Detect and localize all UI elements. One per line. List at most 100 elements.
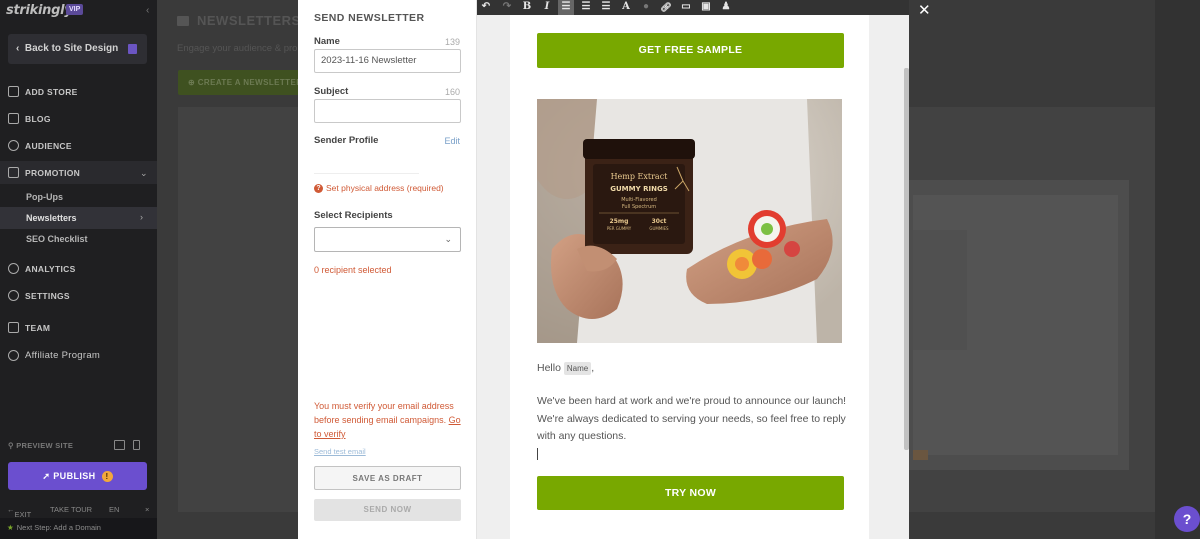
send-now-button[interactable]: SEND NOW [314, 499, 461, 521]
question-icon: ? [314, 183, 323, 193]
page-title: NEWSLETTERS [177, 13, 301, 28]
product-photo[interactable]: Hemp Extract GUMMY RINGS Multi-Flavored … [537, 99, 842, 343]
italic-icon[interactable]: I [539, 0, 555, 15]
nav-promotion[interactable]: PROMOTION [8, 167, 80, 178]
help-icon[interactable]: ? [1174, 506, 1200, 532]
create-newsletter-label: CREATE A NEWSLETTER [197, 78, 303, 87]
nav-add-store[interactable]: ADD STORE [8, 86, 78, 97]
try-now-button[interactable]: TRY NOW [537, 476, 844, 510]
color-icon[interactable]: ● [638, 0, 654, 15]
collapse-sidebar-icon[interactable]: ‹ [146, 5, 149, 16]
image-icon[interactable]: ▣ [698, 0, 714, 15]
nav-add-store-label: ADD STORE [25, 86, 78, 97]
nav-settings-label: SETTINGS [25, 290, 70, 301]
search-icon: ⚲ [8, 441, 17, 450]
nav-analytics-label: ANALYTICS [25, 263, 76, 274]
next-step-label: Next Step: Add a Domain [16, 523, 101, 532]
email-body-text[interactable]: We've been hard at work and we're proud … [537, 393, 847, 446]
nav-affiliate[interactable]: Affiliate Program [8, 350, 100, 361]
sidebar-item-seo-checklist[interactable]: SEO Checklist [26, 234, 88, 244]
page-title-text: NEWSLETTERS [197, 13, 301, 28]
close-modal-icon[interactable]: ✕ [918, 3, 931, 18]
redo-icon[interactable]: ↷ [499, 0, 515, 15]
align-center-icon[interactable]: ☰ [578, 0, 594, 15]
create-newsletter-button: ⊕ CREATE A NEWSLETTER [178, 70, 318, 95]
nav-blog-label: BLOG [25, 113, 51, 124]
name-merge-tag[interactable]: Name [563, 361, 592, 375]
nav-audience[interactable]: AUDIENCE [8, 140, 72, 151]
send-newsletter-panel: SEND NEWSLETTER Name 139 2023-11-16 News… [298, 0, 477, 539]
link-icon[interactable]: 🔗︎ [658, 0, 674, 15]
thumbnail-bar [913, 450, 928, 460]
verify-text: You must verify your email address befor… [314, 401, 454, 425]
align-right-icon[interactable]: ☰ [598, 0, 614, 15]
nav-affiliate-label: Affiliate Program [25, 350, 101, 361]
jar-product-name: GUMMY RINGS [610, 185, 668, 193]
address-warning[interactable]: ? Set physical address (required) [314, 183, 444, 193]
chevron-down-icon: ⌄ [140, 168, 148, 178]
exit-link[interactable]: ← EXIT [7, 505, 31, 519]
recipients-status: 0 recipient selected [314, 265, 392, 275]
next-step-banner[interactable]: ★ Next Step: Add a Domain [0, 518, 157, 539]
editor-toolbar: ↶ ↷ B I ☰ ☰ ☰ A ● 🔗︎ ▭ ▣ ♟ [477, 0, 909, 15]
panel-title: SEND NEWSLETTER [314, 12, 425, 24]
editor-scrollbar[interactable] [904, 68, 909, 450]
button-icon[interactable]: ▭ [678, 0, 694, 15]
trophy-icon [8, 350, 19, 361]
get-free-sample-button[interactable]: GET FREE SAMPLE [537, 33, 844, 68]
font-icon[interactable]: A [618, 0, 634, 15]
save-as-draft-button[interactable]: SAVE AS DRAFT [314, 466, 461, 490]
team-icon [8, 322, 19, 333]
vip-badge: VIP [66, 4, 84, 15]
publish-button[interactable]: ➚ PUBLISH! [8, 462, 147, 490]
recipients-select[interactable]: ⌄ [314, 227, 461, 252]
language-link[interactable]: EN [109, 505, 119, 514]
address-warning-text: Set physical address (required) [326, 183, 444, 193]
envelope-icon [177, 15, 189, 26]
subject-input[interactable] [314, 99, 461, 123]
publish-label: PUBLISH [53, 471, 96, 481]
sender-profile-label: Sender Profile [314, 135, 379, 146]
chart-icon [8, 263, 19, 274]
take-tour-link[interactable]: TAKE TOUR [50, 505, 92, 514]
greeting-punct: , [591, 362, 595, 374]
jar-flavor: Multi-Flavored [621, 197, 657, 203]
nav-analytics[interactable]: ANALYTICS [8, 263, 76, 274]
bold-icon[interactable]: B [519, 0, 535, 15]
nav-team-label: TEAM [25, 322, 51, 333]
thumbnail-image [913, 230, 967, 350]
send-test-email-link[interactable]: Send test email [314, 447, 366, 456]
text-cursor [537, 448, 538, 460]
page-scroll-track [1155, 0, 1200, 539]
email-greeting[interactable]: Hello Name, [537, 360, 847, 378]
undo-icon[interactable]: ↶ [478, 0, 494, 15]
design-icon [128, 44, 137, 54]
close-icon[interactable]: × [145, 505, 149, 514]
recipients-label: Select Recipients [314, 210, 393, 221]
chevron-down-icon: ⌄ [444, 234, 452, 244]
sender-edit-link[interactable]: Edit [444, 136, 460, 146]
mobile-icon[interactable] [133, 440, 140, 450]
person-icon[interactable]: ♟ [718, 0, 734, 15]
preview-site-link[interactable]: ⚲ PREVIEW SITE [8, 441, 73, 450]
sidebar-item-newsletters[interactable]: Newsletters [26, 213, 77, 223]
greeting-word: Hello [537, 362, 561, 374]
align-left-icon[interactable]: ☰ [558, 0, 574, 15]
product-photo-art: Hemp Extract GUMMY RINGS Multi-Flavored … [537, 99, 842, 343]
page-subtitle: Engage your audience & pro [177, 43, 298, 54]
jar-count-unit: GUMMIES [649, 226, 669, 231]
jar-spectrum: Full Spectrum [622, 204, 656, 210]
nav-settings[interactable]: SETTINGS [8, 290, 70, 301]
nav-team[interactable]: TEAM [8, 322, 50, 333]
subject-char-counter: 160 [444, 87, 460, 97]
nav-audience-label: AUDIENCE [25, 140, 72, 151]
jar-brand: Hemp Extract [611, 172, 669, 181]
jar-count: 30ct [652, 218, 667, 225]
logo[interactable]: strikingly [6, 3, 73, 18]
rocket-icon: ➚ [42, 471, 54, 481]
name-input[interactable]: 2023-11-16 Newsletter [314, 49, 461, 73]
sidebar-item-popups[interactable]: Pop-Ups [26, 192, 63, 202]
desktop-icon[interactable] [114, 440, 125, 450]
back-to-site-design-button[interactable]: ‹ Back to Site Design [8, 34, 147, 64]
nav-blog[interactable]: BLOG [8, 113, 51, 124]
